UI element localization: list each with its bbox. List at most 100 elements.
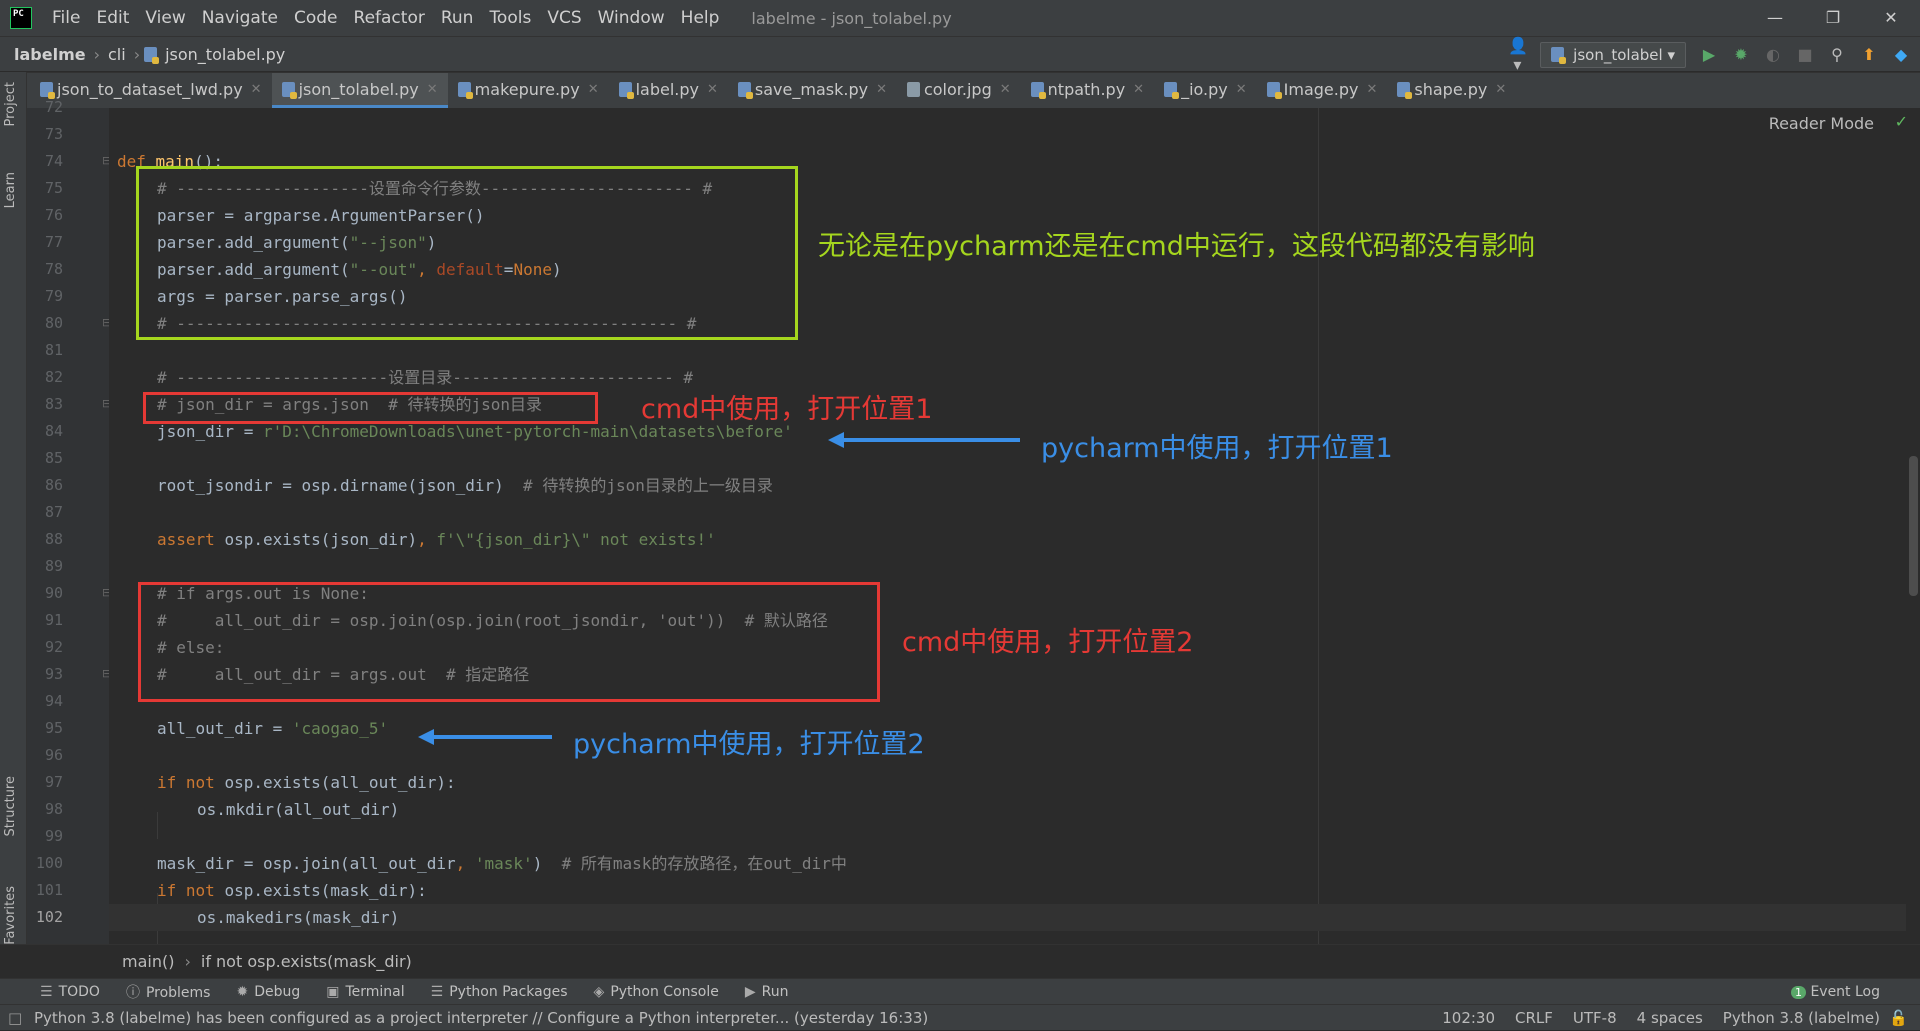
image-file-icon — [906, 81, 920, 97]
tab-label: color.jpg — [923, 79, 992, 99]
jetbrains-toolbox-icon[interactable]: ◆ — [1892, 45, 1910, 64]
event-log-label: Event Log — [1810, 983, 1880, 1000]
tool-window-label: Python Console — [610, 983, 719, 1000]
tool-window-debug[interactable]: ✹ Debug — [236, 984, 300, 1000]
close-tab-icon[interactable]: ✕ — [1133, 82, 1144, 97]
tab-shape-py[interactable]: shape.py ✕ — [1387, 73, 1516, 108]
terminal-icon: ▣ — [326, 983, 340, 1000]
line-number: 79 — [44, 287, 63, 305]
run-config-select[interactable]: json_tolabel ▾ — [1540, 41, 1686, 68]
python-file-icon — [1030, 81, 1046, 99]
tab-label-py[interactable]: label.py ✕ — [609, 73, 728, 108]
tool-tab-structure[interactable]: Structure — [3, 776, 18, 836]
menu-window[interactable]: Window — [590, 8, 673, 28]
close-icon[interactable]: ✕ — [1862, 0, 1920, 36]
breadcrumb-item[interactable]: if not osp.exists(mask_dir) — [201, 952, 412, 971]
event-log-badge: 1 — [1790, 985, 1806, 999]
left-tool-strip: Project Learn Structure Favorites — [0, 72, 27, 1002]
tab-label: ntpath.py — [1047, 79, 1126, 99]
tab-label: _io.py — [1181, 79, 1228, 99]
menu-vcs[interactable]: VCS — [539, 8, 589, 28]
tool-tab-favorites[interactable]: Favorites — [3, 886, 18, 945]
debug-icon[interactable]: ✹ — [1732, 45, 1750, 64]
file-encoding[interactable]: UTF-8 — [1573, 1009, 1617, 1027]
status-message[interactable]: Python 3.8 (labelme) has been configured… — [34, 1009, 928, 1027]
tab-json-to-dataset-lwd[interactable]: json_to_dataset_lwd.py ✕ — [30, 73, 272, 108]
annotation-box-cmd1 — [143, 392, 598, 424]
tool-window-python-console[interactable]: ◈ Python Console — [594, 984, 719, 1000]
breadcrumb-item[interactable]: main() — [122, 952, 174, 971]
tab-save-mask[interactable]: save_mask.py ✕ — [728, 73, 897, 108]
nav-crumb-project[interactable]: labelme — [10, 45, 90, 64]
indent-setting[interactable]: 4 spaces — [1637, 1009, 1703, 1027]
tab-color-jpg[interactable]: color.jpg ✕ — [897, 73, 1021, 108]
tab-ntpath[interactable]: ntpath.py ✕ — [1021, 73, 1154, 108]
tool-window-terminal[interactable]: ▣ Terminal — [326, 984, 404, 1000]
toolbar-right: 👤▾ json_tolabel ▾ ▶ ✹ ◐ ■ ⚲ ⬆ ◆ — [1508, 36, 1910, 74]
window-toggle-icon[interactable]: □ — [8, 1009, 22, 1027]
close-tab-icon[interactable]: ✕ — [876, 82, 887, 97]
user-icon[interactable]: 👤▾ — [1508, 36, 1528, 74]
close-tab-icon[interactable]: ✕ — [1000, 82, 1011, 97]
nav-crumb-folder[interactable]: cli — [104, 45, 130, 64]
coverage-icon[interactable]: ◐ — [1764, 45, 1782, 64]
caret-position[interactable]: 102:30 — [1442, 1009, 1495, 1027]
menu-run[interactable]: Run — [433, 8, 482, 28]
line-separator[interactable]: CRLF — [1515, 1009, 1553, 1027]
tab-makepure[interactable]: makepure.py ✕ — [448, 73, 609, 108]
restore-icon[interactable]: ❐ — [1804, 0, 1862, 36]
minimize-icon[interactable]: — — [1746, 0, 1804, 36]
tab-label: makepure.py — [474, 79, 580, 99]
code-line-98: os.mkdir(all_out_dir) — [197, 800, 400, 819]
status-widgets: 102:30 CRLF UTF-8 4 spaces Python 3.8 (l… — [1442, 1005, 1880, 1031]
tab-label: save_mask.py — [754, 79, 869, 99]
close-tab-icon[interactable]: ✕ — [1366, 82, 1377, 97]
tool-window-python-packages[interactable]: ☰ Python Packages — [431, 984, 568, 1000]
update-icon[interactable]: ⬆ — [1860, 45, 1878, 64]
menu-code[interactable]: Code — [286, 8, 346, 28]
tool-window-problems[interactable]: ⓘ Problems — [126, 982, 211, 1002]
close-tab-icon[interactable]: ✕ — [1495, 82, 1506, 97]
tab-image-py[interactable]: Image.py ✕ — [1257, 73, 1388, 108]
interpreter-selector[interactable]: Python 3.8 (labelme) — [1723, 1009, 1880, 1027]
close-tab-icon[interactable]: ✕ — [251, 82, 262, 97]
tool-tab-project[interactable]: Project — [3, 82, 18, 126]
tool-window-todo[interactable]: ☰ TODO — [40, 984, 100, 1000]
run-icon[interactable]: ▶ — [1700, 45, 1718, 64]
menu-tools[interactable]: Tools — [481, 8, 539, 28]
menu-file[interactable]: File — [44, 8, 88, 28]
editor-tab-bar: json_to_dataset_lwd.py ✕ json_tolabel.py ✕… — [0, 72, 1920, 108]
scrollbar-thumb[interactable] — [1909, 456, 1918, 596]
navigation-bar: labelme › cli › json_tolabel.py 👤▾ json_… — [0, 36, 1920, 74]
close-tab-icon[interactable]: ✕ — [707, 82, 718, 97]
line-number: 80 — [44, 314, 63, 332]
menu-refactor[interactable]: Refactor — [346, 8, 433, 28]
tool-tab-learn[interactable]: Learn — [3, 172, 18, 208]
python-file-icon — [1164, 81, 1180, 99]
tab-label: label.py — [635, 79, 699, 99]
search-icon[interactable]: ⚲ — [1828, 45, 1846, 64]
nav-crumb-file[interactable]: json_tolabel.py — [161, 45, 289, 64]
menu-help[interactable]: Help — [673, 8, 728, 28]
menu-edit[interactable]: Edit — [88, 8, 137, 28]
tool-window-run[interactable]: ▶ Run — [745, 984, 789, 1000]
lock-icon[interactable]: 🔓 — [1889, 1009, 1908, 1027]
line-number: 76 — [44, 206, 63, 224]
annotation-green-note: 无论是在pycharm还是在cmd中运行，这段代码都没有影响 — [818, 231, 1535, 262]
line-number: 88 — [44, 530, 63, 548]
tab-json-tolabel[interactable]: json_tolabel.py ✕ — [271, 73, 448, 108]
annotation-cmd2: cmd中使用，打开位置2 — [902, 627, 1194, 658]
close-tab-icon[interactable]: ✕ — [588, 82, 599, 97]
close-tab-icon[interactable]: ✕ — [1236, 82, 1247, 97]
tool-window-bar: ☰ TODO ⓘ Problems ✹ Debug ▣ Terminal ☰ Python… — [0, 978, 1920, 1004]
close-tab-icon[interactable]: ✕ — [427, 82, 438, 97]
code-line-100: mask_dir = osp.join(all_out_dir, 'mask')… — [157, 854, 847, 873]
menu-navigate[interactable]: Navigate — [194, 8, 286, 28]
menu-view[interactable]: View — [137, 8, 193, 28]
line-number: 78 — [44, 260, 63, 278]
tab-io[interactable]: _io.py ✕ — [1154, 73, 1257, 108]
event-log-button[interactable]: 1 Event Log — [1790, 983, 1880, 1000]
reader-mode-button[interactable]: Reader Mode — [1769, 114, 1874, 133]
python-file-icon — [457, 81, 473, 99]
stop-icon[interactable]: ■ — [1796, 45, 1814, 64]
